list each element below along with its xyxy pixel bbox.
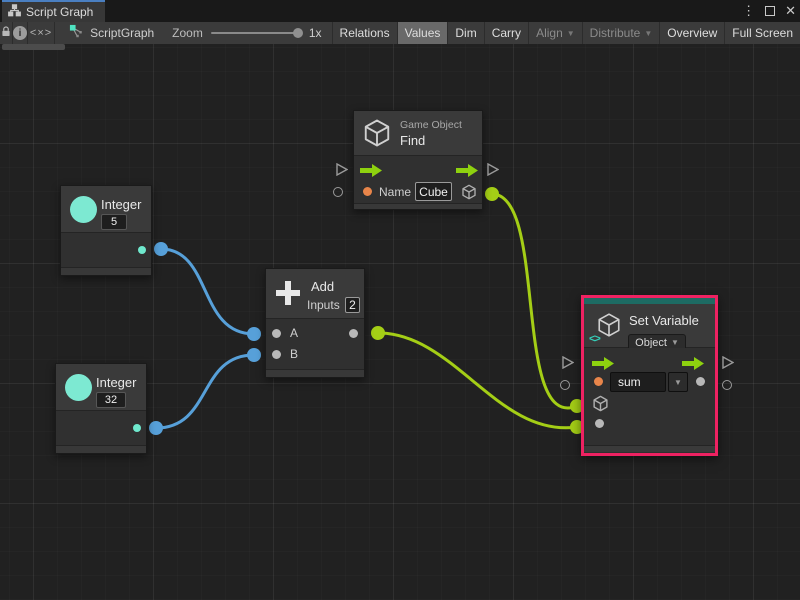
node-gameobject-find[interactable]: Game Object Find Name Cube <box>353 110 483 210</box>
flow-out-port-triangle[interactable] <box>487 163 499 176</box>
integer-value-field[interactable]: 32 <box>96 392 126 408</box>
script-graph-icon <box>69 24 84 42</box>
wire-integer32-to-add-b[interactable] <box>156 355 254 428</box>
flow-in-port-triangle[interactable] <box>562 356 574 369</box>
output-port-dot[interactable] <box>349 329 358 338</box>
zoom-control: Zoom 1x <box>164 22 332 44</box>
node-category: Game Object <box>400 119 462 131</box>
node-title: Find <box>400 133 425 148</box>
zoom-slider[interactable] <box>211 32 301 34</box>
output-port-dot[interactable] <box>133 424 141 432</box>
node-title: Integer <box>96 375 136 390</box>
flow-out-arrow-icon[interactable] <box>456 164 478 182</box>
port-integer32-output[interactable] <box>149 421 163 435</box>
distribute-button[interactable]: Distribute▼ <box>583 22 661 44</box>
port-b-label: B <box>290 347 298 361</box>
flow-in-port-triangle[interactable] <box>336 163 348 176</box>
graph-canvas[interactable]: Integer 5 Integer 32 <box>0 44 800 600</box>
name-input-port-circle[interactable] <box>333 187 343 197</box>
variable-name-dropdown-button[interactable]: ▼ <box>668 372 688 392</box>
code-view-button[interactable]: <×> <box>28 22 55 44</box>
flow-out-port-triangle[interactable] <box>722 356 734 369</box>
hierarchy-icon <box>8 4 21 20</box>
variable-name-field[interactable]: sum <box>610 372 666 392</box>
name-label: Name <box>379 185 411 199</box>
zoom-label: Zoom <box>172 26 203 40</box>
code-icon: <×> <box>30 27 52 39</box>
wire-integer5-to-add-a[interactable] <box>161 249 254 334</box>
input-port-a-dot[interactable] <box>272 329 281 338</box>
node-integer-32[interactable]: Integer 32 <box>55 363 147 454</box>
graph-name-label: ScriptGraph <box>90 26 154 40</box>
tab-bar: Script Graph ⋮ ✕ <box>0 0 800 22</box>
integer-type-icon <box>70 196 97 223</box>
gameobject-port-cube-icon[interactable] <box>592 395 609 417</box>
value-output-port-dot[interactable] <box>696 377 705 386</box>
dropdown-arrow-icon: ▼ <box>671 338 679 347</box>
zoom-value: 1x <box>309 26 322 40</box>
integer-value-field[interactable]: 5 <box>101 214 127 230</box>
name-value-field[interactable]: Cube <box>415 182 452 201</box>
node-add[interactable]: Add Inputs 2 A B <box>265 268 365 378</box>
value-output-port-circle[interactable] <box>722 380 732 390</box>
tab-label: Script Graph <box>26 5 93 19</box>
inputs-count-field[interactable]: 2 <box>345 297 360 313</box>
set-variable-icon: <> <box>592 312 622 342</box>
tab-script-graph[interactable]: Script Graph <box>2 0 105 22</box>
lock-icon <box>0 25 12 41</box>
node-footer <box>584 445 715 452</box>
gameobject-output-cube-icon[interactable] <box>461 184 477 205</box>
port-find-output[interactable] <box>485 187 499 201</box>
inputs-label: Inputs <box>307 298 340 312</box>
window-menu-icon[interactable]: ⋮ <box>742 0 755 22</box>
variable-name-input-port-circle[interactable] <box>560 380 570 390</box>
node-title: Add <box>311 279 334 294</box>
port-add-output[interactable] <box>371 326 385 340</box>
info-button[interactable]: i <box>13 22 28 44</box>
node-footer <box>56 445 146 453</box>
input-port-b-dot[interactable] <box>272 350 281 359</box>
wire-add-to-setvariable-value[interactable] <box>378 333 577 428</box>
dropdown-arrow-icon: ▼ <box>674 378 682 387</box>
port-add-input-a[interactable] <box>247 327 261 341</box>
node-footer <box>61 267 151 275</box>
port-add-input-b[interactable] <box>247 348 261 362</box>
node-title: Set Variable <box>629 313 699 328</box>
dropdown-arrow-icon: ▼ <box>567 29 575 38</box>
values-button[interactable]: Values <box>398 22 449 44</box>
flow-in-arrow-icon[interactable] <box>360 164 382 182</box>
code-angle-icon: <> <box>589 333 600 345</box>
dim-button[interactable]: Dim <box>448 22 484 44</box>
integer-type-icon <box>65 374 92 401</box>
fullscreen-button[interactable]: Full Screen <box>725 22 800 44</box>
value-input-port-dot[interactable] <box>595 419 604 428</box>
close-icon[interactable]: ✕ <box>785 0 796 22</box>
port-integer5-output[interactable] <box>154 242 168 256</box>
node-set-variable[interactable]: <> Set Variable Object ▼ sum ▼ <box>581 295 718 456</box>
align-button[interactable]: Align▼ <box>529 22 583 44</box>
maximize-icon[interactable] <box>765 6 775 16</box>
variable-name-port-dot[interactable] <box>594 377 603 386</box>
carry-button[interactable]: Carry <box>485 22 529 44</box>
dropdown-arrow-icon: ▼ <box>644 29 652 38</box>
graph-toolbar: i <×> ScriptGraph Zoom 1x Relations Valu… <box>0 22 800 44</box>
info-icon: i <box>13 26 27 40</box>
node-title: Integer <box>101 197 141 212</box>
zoom-slider-handle[interactable] <box>293 28 303 38</box>
name-port-dot[interactable] <box>363 187 372 196</box>
add-plus-icon <box>273 278 303 313</box>
graph-breadcrumb[interactable]: ScriptGraph <box>55 22 164 44</box>
script-graph-window: Script Graph ⋮ ✕ i <×> ScriptGraph Zoom <box>0 0 800 600</box>
node-footer <box>266 369 364 377</box>
lock-button[interactable] <box>0 22 13 44</box>
output-port-dot[interactable] <box>138 246 146 254</box>
node-integer-5[interactable]: Integer 5 <box>60 185 152 276</box>
relations-button[interactable]: Relations <box>333 22 398 44</box>
overview-button[interactable]: Overview <box>660 22 725 44</box>
wire-find-to-setvariable-object[interactable] <box>492 194 577 408</box>
port-a-label: A <box>290 326 298 340</box>
gameobject-cube-icon <box>362 118 392 153</box>
